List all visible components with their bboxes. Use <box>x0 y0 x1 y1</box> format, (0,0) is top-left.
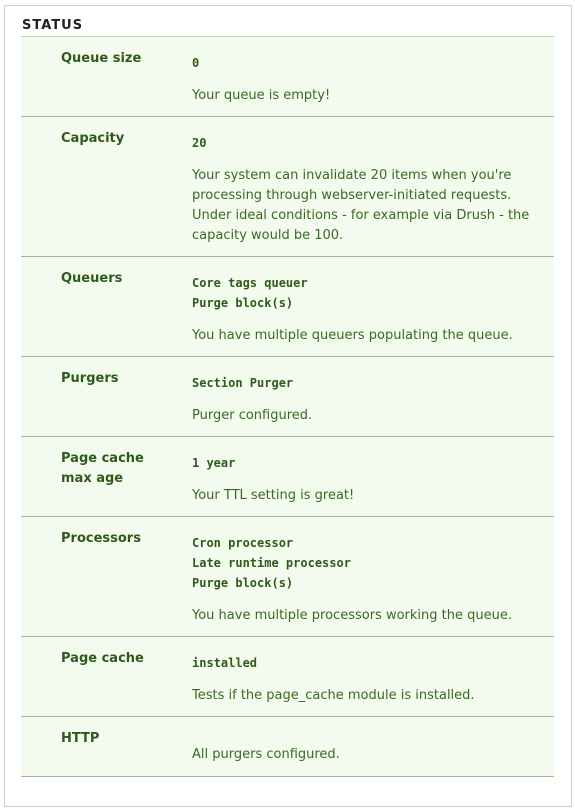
status-row-http: HTTP All purgers configured. <box>21 717 554 777</box>
status-table: Queue size 0 Your queue is empty! Capaci… <box>21 36 554 777</box>
row-value: Purge block(s) <box>192 296 294 310</box>
row-label: Queuers <box>61 271 123 286</box>
row-label: Queue size <box>61 51 142 66</box>
row-label: Page cache max age <box>61 451 144 486</box>
row-value: Late runtime processor <box>192 556 351 570</box>
row-value: Cron processor <box>192 536 294 550</box>
row-description: Your TTL setting is great! <box>192 488 355 503</box>
row-value: Core tags queuer <box>192 276 308 290</box>
row-description: Your queue is empty! <box>192 88 331 103</box>
status-row-page-cache-max-age: Page cache max age 1 year Your TTL setti… <box>21 437 554 517</box>
row-value: 20 <box>192 136 207 150</box>
section-title: STATUS <box>22 18 84 33</box>
row-value: Purge block(s) <box>192 576 294 590</box>
status-panel: STATUS Queue size 0 Your queue is empty!… <box>4 5 572 807</box>
row-description: Tests if the page_cache module is instal… <box>192 688 475 703</box>
status-row-processors: Processors Cron processor Late runtime p… <box>21 517 554 637</box>
row-description: You have multiple queuers populating the… <box>192 328 513 343</box>
row-label: Page cache <box>61 651 144 666</box>
status-row-capacity: Capacity 20 Your system can invalidate 2… <box>21 117 554 257</box>
row-label: HTTP <box>61 731 100 746</box>
row-value: 1 year <box>192 456 236 470</box>
status-row-purgers: Purgers Section Purger Purger configured… <box>21 357 554 437</box>
status-row-queuers: Queuers Core tags queuer Purge block(s) … <box>21 257 554 357</box>
row-label: Purgers <box>61 371 119 386</box>
row-description: You have multiple processors working the… <box>192 608 512 623</box>
status-row-page-cache: Page cache installed Tests if the page_c… <box>21 637 554 717</box>
row-value: Section Purger <box>192 376 294 390</box>
row-value: installed <box>192 656 258 670</box>
row-label: Processors <box>61 531 141 546</box>
row-label: Capacity <box>61 131 125 146</box>
row-description: Purger configured. <box>192 408 313 423</box>
row-description: Your system can invalidate 20 items when… <box>192 168 530 243</box>
status-row-queue-size: Queue size 0 Your queue is empty! <box>21 37 554 117</box>
row-value: 0 <box>192 56 200 70</box>
row-description: All purgers configured. <box>192 747 340 762</box>
